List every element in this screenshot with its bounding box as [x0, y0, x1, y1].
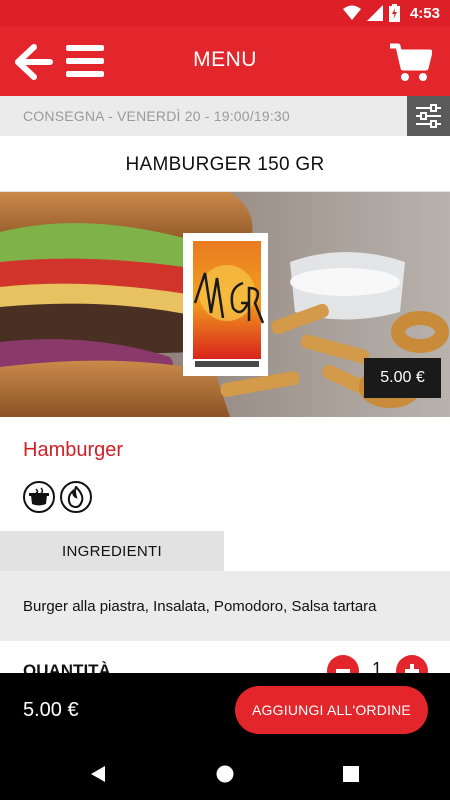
signal-icon [366, 5, 383, 21]
tab-strip-empty [224, 531, 450, 571]
price-tag: 5.00 € [364, 358, 441, 398]
system-nav-bar [0, 748, 450, 800]
product-badges [23, 481, 92, 513]
delivery-info-bar: CONSEGNA - VENERDÌ 20 - 19:00/19:30 [0, 96, 450, 136]
status-icons: 4:53 [342, 3, 440, 23]
status-bar: 4:53 [0, 0, 450, 26]
add-to-order-button[interactable]: AGGIUNGI ALL'ORDINE [235, 686, 428, 734]
quantity-label: QUANTITÀ [23, 661, 111, 673]
page-title: MENU [193, 48, 257, 71]
nav-back-icon[interactable] [89, 765, 107, 783]
ingredients-panel: Burger alla piastra, Insalata, Pomodoro,… [0, 571, 450, 641]
quantity-decrease-button[interactable] [327, 655, 359, 673]
quantity-value: 1 [371, 659, 382, 673]
minus-icon [336, 669, 350, 673]
plus-icon [405, 664, 419, 673]
quantity-row: QUANTITÀ 1 [0, 641, 450, 673]
ingredients-text: Burger alla piastra, Insalata, Pomodoro,… [23, 598, 377, 615]
cooked-pot-icon [23, 481, 55, 513]
wifi-icon [342, 5, 361, 20]
nav-home-icon[interactable] [216, 765, 234, 783]
status-time: 4:53 [409, 4, 440, 22]
product-title: HAMBURGER 150 GR [125, 154, 325, 175]
order-bar: 5.00 € AGGIUNGI ALL'ORDINE [0, 673, 450, 748]
cart-icon[interactable] [388, 40, 432, 84]
tab-ingredienti[interactable]: INGREDIENTI [0, 531, 224, 571]
app-bar: MENU [0, 26, 450, 96]
battery-charging-icon [388, 4, 400, 22]
sliders-icon [416, 104, 441, 128]
quantity-increase-button[interactable] [396, 655, 428, 673]
filter-button[interactable] [407, 96, 450, 136]
order-total: 5.00 € [23, 699, 79, 721]
product-title-bar: HAMBURGER 150 GR [0, 136, 450, 192]
nav-recents-icon[interactable] [343, 766, 359, 782]
product-category: Hamburger [23, 439, 124, 461]
restaurant-logo [183, 233, 268, 376]
delivery-text: CONSEGNA - VENERDÌ 20 - 19:00/19:30 [23, 108, 290, 124]
fire-icon [60, 481, 92, 513]
tab-ingredienti-label: INGREDIENTI [62, 543, 162, 560]
